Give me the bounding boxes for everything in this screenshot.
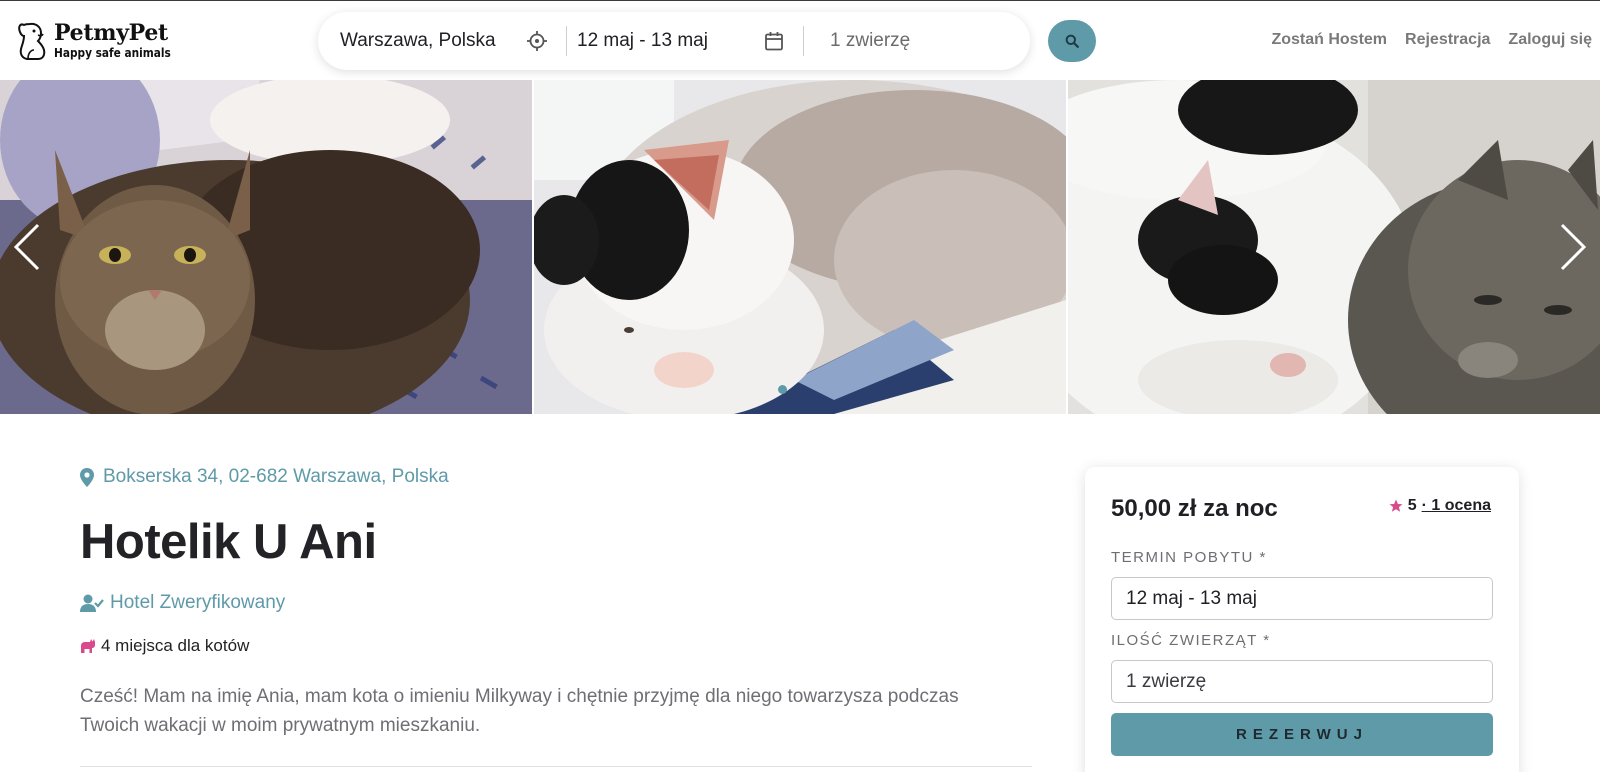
- location-field[interactable]: Warszawa, Polska: [318, 12, 566, 70]
- logo-title: PetmyPet: [54, 19, 168, 46]
- register-link[interactable]: Rejestracja: [1405, 31, 1490, 49]
- top-header: PetmyPet Happy safe animals Warszawa, Po…: [0, 0, 1600, 80]
- rating: 5 · 1 ocena: [1389, 497, 1491, 515]
- search-icon: [1065, 34, 1079, 48]
- booking-card: 50,00 zł za noc 5 · 1 ocena TERMIN POBYT…: [1085, 467, 1519, 772]
- chevron-right-icon[interactable]: [1552, 222, 1592, 272]
- rating-value: 5: [1407, 497, 1417, 514]
- divider: [80, 766, 1032, 767]
- pets-value: 1 zwierzę: [830, 30, 911, 51]
- dates-value: 12 maj - 13 maj: [1126, 587, 1257, 609]
- logo[interactable]: PetmyPet Happy safe animals: [16, 19, 187, 61]
- verified-badge: Hotel Zweryfikowany: [80, 592, 1032, 614]
- verified-text: Hotel Zweryfikowany: [110, 592, 286, 613]
- search-bar: Warszawa, Polska 12 maj - 13 maj 1 zwier: [318, 12, 1030, 70]
- photo-gallery: [0, 80, 1600, 414]
- page-title: Hotelik U Ani: [80, 515, 377, 569]
- date-value: 12 maj - 13 maj: [577, 30, 708, 51]
- search-button[interactable]: [1048, 20, 1096, 62]
- login-link[interactable]: Zaloguj się: [1508, 31, 1592, 49]
- gallery-dots: [778, 385, 787, 394]
- location-value: Warszawa, Polska: [340, 30, 496, 51]
- top-nav: Zostań Hostem Rejestracja Zaloguj się: [1271, 31, 1592, 49]
- crosshair-icon[interactable]: [526, 30, 548, 52]
- capacity-text: 4 miejsca dla kotów: [101, 636, 250, 655]
- star-icon: [1389, 499, 1403, 512]
- gallery-photo[interactable]: [534, 80, 1066, 414]
- tabby-cat-photo: [0, 80, 532, 414]
- black-white-cat-photo: [534, 80, 1066, 414]
- dog-logo-icon: [18, 22, 46, 60]
- dates-field[interactable]: 12 maj - 13 maj: [1111, 577, 1493, 620]
- dates-label: TERMIN POBYTU *: [1111, 549, 1267, 566]
- gallery-dot-active[interactable]: [778, 385, 787, 394]
- reviews-link[interactable]: · 1 ocena: [1422, 497, 1491, 515]
- become-host-link[interactable]: Zostań Hostem: [1271, 31, 1387, 49]
- reserve-button[interactable]: REZERWUJ: [1111, 713, 1493, 756]
- address-text: Bokserska 34, 02-682 Warszawa, Polska: [103, 466, 449, 487]
- date-field[interactable]: 12 maj - 13 maj: [567, 12, 803, 70]
- gallery-photo[interactable]: [1068, 80, 1600, 414]
- cat-icon: [81, 639, 95, 653]
- capacity: 4 miejsca dla kotów: [80, 636, 1032, 656]
- map-pin-icon: [80, 467, 94, 487]
- pets-count-field[interactable]: 1 zwierzę: [1111, 660, 1493, 703]
- user-check-icon: [80, 594, 104, 612]
- pets-field[interactable]: 1 zwierzę: [804, 12, 1030, 70]
- price-per-night: 50,00 zł za noc: [1111, 495, 1278, 522]
- chevron-left-icon[interactable]: [8, 222, 48, 272]
- logo-tagline: Happy safe animals: [54, 45, 171, 60]
- gallery-photo[interactable]: [0, 80, 532, 414]
- calendar-icon[interactable]: [763, 30, 785, 52]
- pets-count-value: 1 zwierzę: [1126, 670, 1207, 692]
- listing-details: Bokserska 34, 02-682 Warszawa, Polska Ho…: [80, 466, 1032, 740]
- pets-label: ILOŚĆ ZWIERZĄT *: [1111, 632, 1271, 649]
- two-cats-photo: [1068, 80, 1600, 414]
- listing-description: Cześć! Mam na imię Ania, mam kota o imie…: [80, 686, 959, 736]
- address: Bokserska 34, 02-682 Warszawa, Polska: [80, 466, 1032, 488]
